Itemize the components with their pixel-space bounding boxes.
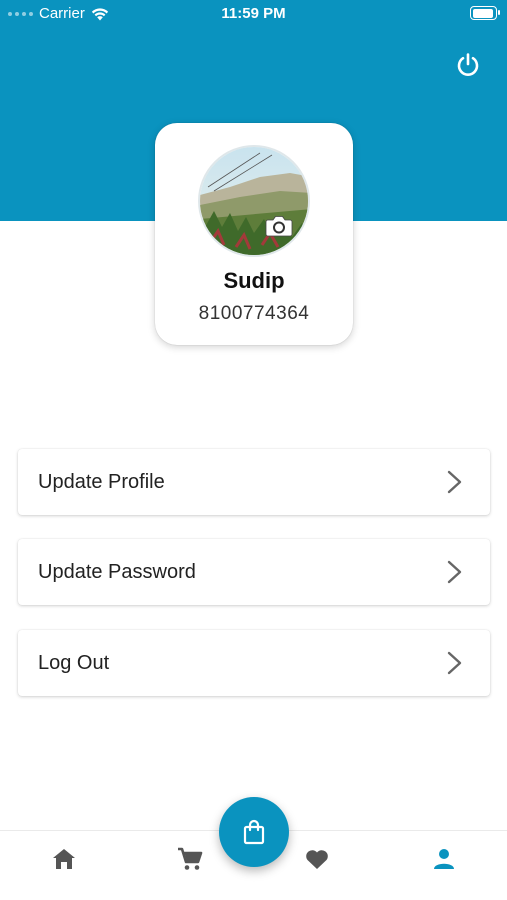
status-time: 11:59 PM (221, 5, 286, 22)
battery-fill (472, 8, 493, 18)
log-out-button[interactable]: Log Out (18, 630, 490, 696)
shopping-bag-icon (243, 819, 265, 845)
camera-icon (265, 216, 293, 237)
avatar[interactable] (198, 145, 310, 257)
menu-item-label: Update Password (38, 561, 196, 583)
change-photo-button[interactable] (265, 214, 293, 238)
cart-icon[interactable] (176, 845, 204, 873)
profile-name: Sudip (223, 268, 285, 293)
profile-card: Sudip 8100774364 (155, 123, 353, 345)
battery-icon (470, 6, 500, 20)
update-profile-button[interactable]: Update Profile (18, 449, 490, 515)
status-bar: Carrier 11:59 PM (0, 0, 507, 28)
power-icon (457, 53, 479, 76)
chevron-right-icon (447, 651, 462, 675)
chevron-right-icon (447, 470, 462, 494)
heart-icon[interactable] (303, 845, 331, 873)
home-icon[interactable] (50, 845, 78, 873)
person-icon[interactable] (430, 845, 458, 873)
avatar-photo (200, 147, 308, 255)
power-button[interactable] (452, 49, 484, 81)
menu-item-label: Log Out (38, 652, 110, 674)
profile-phone: 8100774364 (198, 303, 310, 324)
chevron-right-icon (447, 560, 462, 584)
shopping-bag-button[interactable] (219, 797, 289, 867)
update-password-button[interactable]: Update Password (18, 539, 490, 605)
menu-item-label: Update Profile (38, 471, 165, 493)
